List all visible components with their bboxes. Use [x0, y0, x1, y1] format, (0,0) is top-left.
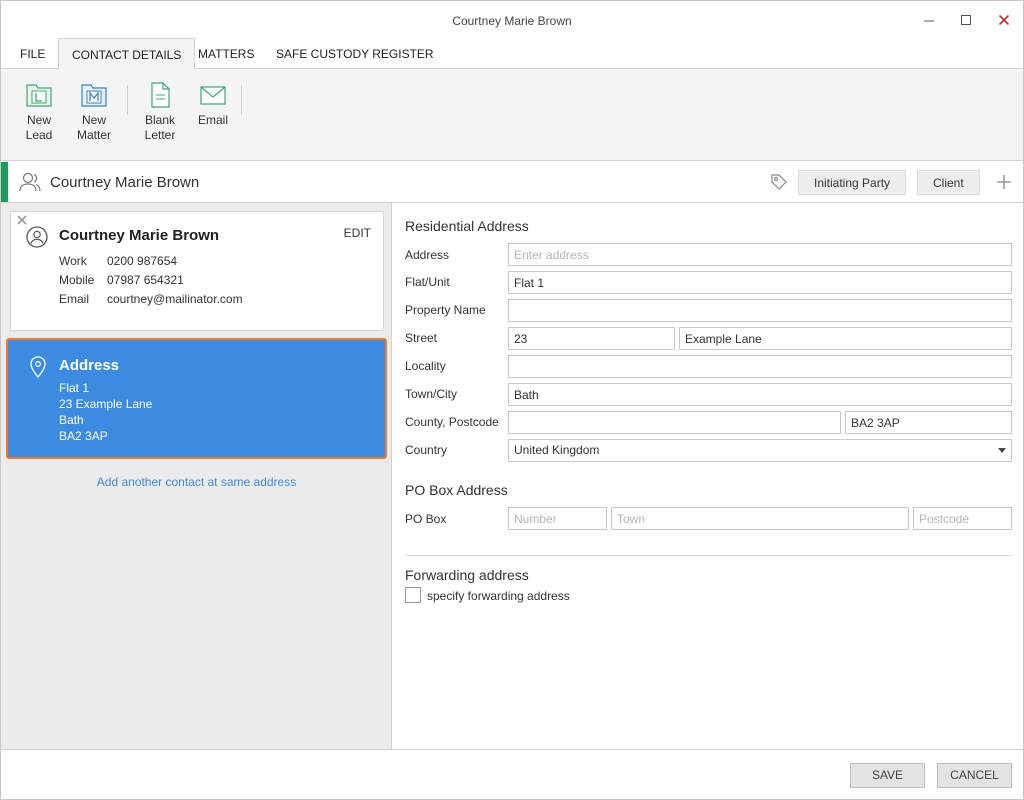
po-box-number-input[interactable] — [508, 507, 607, 530]
property-name-input[interactable] — [508, 299, 1012, 322]
maximize-button[interactable] — [951, 7, 981, 33]
main-tabs: FILE CONTACT DETAILS MATTERS SAFE CUSTOD… — [1, 38, 1023, 70]
street-number-input[interactable] — [508, 327, 675, 350]
add-contact-same-address-link[interactable]: Add another contact at same address — [1, 475, 392, 489]
flat-unit-label: Flat/Unit — [405, 275, 450, 289]
remove-contact-icon[interactable] — [17, 215, 27, 225]
tab-matters[interactable]: MATTERS — [185, 38, 267, 69]
tag-client[interactable]: Client — [917, 170, 980, 195]
section-divider — [405, 555, 1012, 556]
address-line: Flat 1 — [59, 381, 90, 395]
tag-initiating-party[interactable]: Initiating Party — [798, 170, 907, 195]
address-card-title: Address — [59, 357, 120, 374]
new-lead-button[interactable]: New Lead — [21, 81, 57, 143]
county-postcode-label: County, Postcode — [405, 415, 499, 429]
ribbon-separator — [127, 85, 128, 115]
work-phone-row: Work 0200 987654 — [59, 254, 177, 268]
contact-avatar-icon — [26, 226, 48, 248]
po-box-heading: PO Box Address — [405, 482, 508, 498]
new-matter-label-2: Matter — [76, 128, 111, 142]
email-icon — [200, 86, 226, 105]
street-label: Street — [405, 331, 438, 345]
title-bar: Courtney Marie Brown — [1, 1, 1023, 39]
contact-card: Courtney Marie Brown EDIT Work 0200 98765… — [10, 211, 384, 331]
contact-header-name: Courtney Marie Brown — [50, 174, 200, 191]
address-search-input[interactable] — [508, 243, 1012, 266]
tag-icon[interactable] — [770, 173, 788, 191]
minimize-button[interactable] — [914, 7, 944, 33]
property-name-label: Property Name — [405, 303, 486, 317]
po-box-town-input[interactable] — [611, 507, 909, 530]
new-lead-label-2: Lead — [25, 128, 53, 142]
edit-contact-button[interactable]: EDIT — [344, 226, 371, 240]
dialog-footer: SAVE CANCEL — [1, 749, 1023, 799]
forwarding-address-heading: Forwarding address — [405, 567, 529, 583]
town-city-input[interactable] — [508, 383, 1012, 406]
email-value: courtney@mailinator.com — [107, 292, 243, 306]
save-button[interactable]: SAVE — [850, 763, 925, 788]
maximize-icon — [961, 15, 971, 25]
contact-card-name: Courtney Marie Brown — [59, 227, 220, 244]
country-label: Country — [405, 443, 448, 457]
chevron-down-icon — [998, 448, 1006, 453]
contact-window: Courtney Marie Brown FILE CONTACT DETAIL… — [0, 0, 1024, 800]
tab-contact-details[interactable]: CONTACT DETAILS — [58, 38, 196, 70]
close-window-button[interactable] — [989, 7, 1019, 33]
close-icon — [998, 14, 1010, 26]
email-row: Email courtney@mailinator.com — [59, 292, 243, 306]
tab-safe-custody-register[interactable]: SAFE CUSTODY REGISTER — [263, 38, 447, 69]
add-tag-icon[interactable] — [996, 174, 1012, 190]
location-pin-icon — [30, 356, 46, 378]
ribbon-toolbar: New Lead New Matter Blank Letter Email — [1, 69, 1023, 161]
new-lead-icon — [26, 84, 52, 107]
new-matter-label-1: New — [81, 113, 106, 127]
residential-address-heading: Residential Address — [405, 218, 529, 234]
new-matter-icon — [81, 84, 107, 107]
window-title: Courtney Marie Brown — [452, 14, 572, 28]
forwarding-address-checkbox[interactable] — [405, 587, 421, 603]
country-select[interactable]: United Kingdom — [508, 439, 1012, 462]
county-input[interactable] — [508, 411, 841, 434]
mobile-phone-label: Mobile — [59, 273, 95, 287]
minimize-icon — [924, 20, 934, 22]
work-phone-value: 0200 987654 — [107, 254, 178, 268]
blank-letter-label-2: Letter — [144, 128, 176, 142]
contact-accent-bar — [1, 162, 8, 202]
tab-file[interactable]: FILE — [7, 38, 58, 69]
town-city-label: Town/City — [405, 387, 458, 401]
person-icon — [19, 172, 41, 192]
address-card[interactable]: Address Flat 1 23 Example Lane Bath BA2 … — [6, 338, 387, 459]
cancel-button[interactable]: CANCEL — [937, 763, 1012, 788]
email-label: Email — [59, 292, 90, 306]
address-form: Residential Address Address Flat/Unit Pr… — [393, 203, 1023, 749]
forwarding-address-checkbox-label[interactable]: specify forwarding address — [427, 589, 570, 603]
mobile-phone-row: Mobile 07987 654321 — [59, 273, 184, 287]
new-matter-button[interactable]: New Matter — [73, 81, 115, 143]
address-line: 23 Example Lane — [59, 397, 153, 411]
postcode-input[interactable] — [845, 411, 1012, 434]
blank-letter-label-1: Blank — [144, 113, 176, 127]
address-line: BA2 3AP — [59, 429, 108, 443]
email-button[interactable]: Email — [195, 81, 231, 128]
contact-header: Courtney Marie Brown Initiating Party Cl… — [1, 162, 1023, 203]
address-label: Address — [405, 248, 450, 262]
blank-letter-icon — [151, 82, 170, 108]
flat-unit-input[interactable] — [508, 271, 1012, 294]
street-name-input[interactable] — [679, 327, 1012, 350]
po-box-label: PO Box — [405, 512, 447, 526]
work-phone-label: Work — [59, 254, 87, 268]
country-selected-value: United Kingdom — [514, 443, 600, 457]
new-lead-label-1: New — [26, 113, 51, 127]
locality-label: Locality — [405, 359, 446, 373]
locality-input[interactable] — [508, 355, 1012, 378]
ribbon-separator — [241, 85, 242, 115]
mobile-phone-value: 07987 654321 — [107, 273, 184, 287]
blank-letter-button[interactable]: Blank Letter — [141, 81, 179, 143]
address-line: Bath — [59, 413, 84, 427]
contact-sidebar: Courtney Marie Brown EDIT Work 0200 98765… — [1, 203, 392, 749]
po-box-postcode-input[interactable] — [913, 507, 1012, 530]
email-label: Email — [197, 113, 228, 127]
